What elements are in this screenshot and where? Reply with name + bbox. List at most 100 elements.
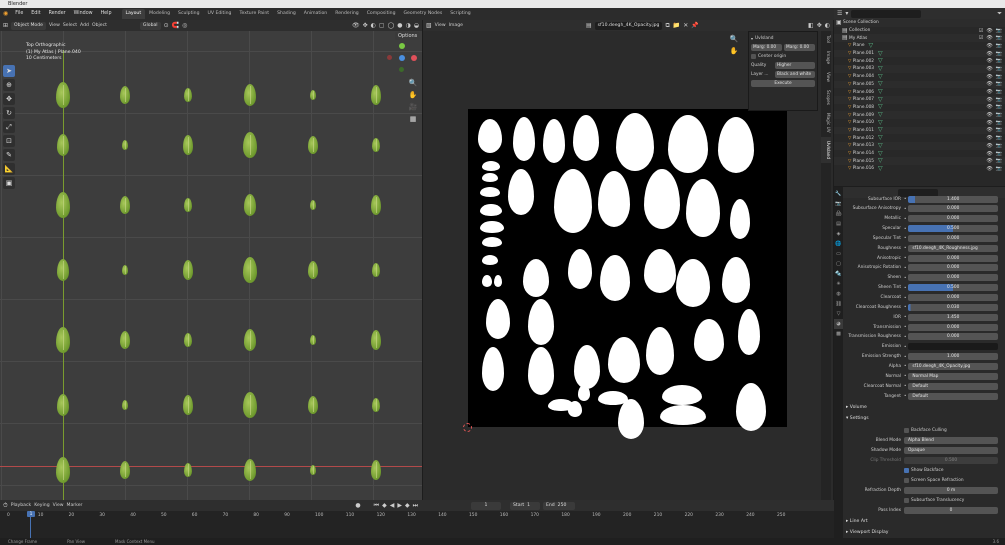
- leaf-plane[interactable]: [244, 329, 256, 351]
- eye-icon[interactable]: 👁: [986, 51, 992, 57]
- zoom-icon[interactable]: 🔍: [408, 77, 418, 89]
- pan-hand-icon[interactable]: ✋: [408, 89, 418, 101]
- property-value-field[interactable]: 1.000: [908, 353, 998, 361]
- navigation-gizmo[interactable]: [387, 43, 417, 73]
- camera-icon[interactable]: 📷: [996, 28, 1002, 34]
- eye-icon[interactable]: 👁: [986, 151, 992, 157]
- tab-animation[interactable]: Animation: [300, 9, 331, 19]
- leaf-plane[interactable]: [243, 132, 257, 158]
- gizmo-neg-x-icon[interactable]: [387, 55, 392, 60]
- leaf-plane[interactable]: [120, 86, 130, 104]
- measure-tool-icon[interactable]: 📐: [3, 163, 15, 175]
- collection-tab-icon[interactable]: ▭: [834, 249, 843, 259]
- opacity-image-canvas[interactable]: [468, 109, 787, 439]
- open-image-icon[interactable]: 📁: [673, 22, 680, 29]
- leaf-plane[interactable]: [120, 331, 130, 349]
- transform-tool-icon[interactable]: ⊡: [3, 135, 15, 147]
- play-icon[interactable]: ▶: [397, 502, 402, 509]
- property-value-field[interactable]: 0.500: [908, 225, 998, 233]
- camera-icon[interactable]: 📷: [996, 158, 1002, 164]
- outliner-row-object[interactable]: ▽ Plane.012 ▽ 👁 📷: [834, 134, 1005, 142]
- outliner-row-object[interactable]: ▽ Plane.013 ▽ 👁 📷: [834, 142, 1005, 150]
- timeline-menu-playback[interactable]: Playback: [11, 503, 32, 508]
- render-tab-icon[interactable]: 📷: [834, 199, 843, 209]
- leaf-plane[interactable]: [184, 463, 192, 477]
- socket-icon[interactable]: •: [904, 285, 906, 291]
- property-value-field[interactable]: sf10.deegh_4K_Roughness.jpg: [908, 244, 998, 252]
- socket-icon[interactable]: •: [904, 383, 906, 389]
- timeline-menu-marker[interactable]: Marker: [67, 503, 83, 508]
- physics-tab-icon[interactable]: ◍: [834, 289, 843, 299]
- outliner-row-collection[interactable]: ▤ Collection ☑ 👁 📷: [834, 27, 1005, 35]
- socket-icon[interactable]: •: [904, 265, 906, 271]
- leaf-plane[interactable]: [371, 85, 381, 105]
- camera-icon[interactable]: 📷: [996, 166, 1002, 172]
- leaf-plane[interactable]: [310, 465, 316, 475]
- snap-icon[interactable]: 🧲: [172, 22, 179, 29]
- camera-icon[interactable]: 📷: [996, 81, 1002, 87]
- leaf-plane[interactable]: [372, 263, 380, 277]
- volume-panel-header[interactable]: ▸ Volume: [846, 403, 998, 412]
- xray-icon[interactable]: ▢: [379, 22, 385, 29]
- leaf-plane[interactable]: [308, 261, 318, 279]
- leaf-plane[interactable]: [310, 335, 316, 345]
- property-value-field[interactable]: 0.000: [908, 215, 998, 223]
- tab-uv-editing[interactable]: UV Editing: [204, 9, 236, 19]
- timeline-type-icon[interactable]: ⏱: [3, 502, 8, 509]
- property-value-field[interactable]: 0.000: [908, 205, 998, 213]
- leaf-plane[interactable]: [372, 138, 380, 152]
- eye-icon[interactable]: 👁: [986, 97, 992, 103]
- gizmo-x-icon[interactable]: [411, 55, 417, 61]
- viewport-menu-object[interactable]: Object: [92, 23, 107, 28]
- property-value-field[interactable]: 0.000: [908, 274, 998, 282]
- pin-icon[interactable]: 📌: [691, 22, 698, 29]
- outliner-display-mode-icon[interactable]: ▾: [845, 10, 848, 17]
- leaf-plane[interactable]: [184, 198, 192, 212]
- camera-icon[interactable]: 📷: [996, 51, 1002, 57]
- camera-icon[interactable]: 📷: [996, 143, 1002, 149]
- editor-type-icon[interactable]: ⊞: [3, 22, 8, 29]
- socket-icon[interactable]: •: [904, 226, 906, 232]
- leaf-plane[interactable]: [184, 333, 192, 347]
- property-value-field[interactable]: 0.000: [908, 254, 998, 262]
- leaf-plane[interactable]: [371, 195, 381, 215]
- pivot-icon[interactable]: ⊙: [164, 22, 169, 29]
- end-frame-field[interactable]: End 250: [542, 501, 575, 510]
- camera-icon[interactable]: 📷: [996, 35, 1002, 41]
- property-value-field[interactable]: 0.000: [908, 323, 998, 331]
- outliner-search-input[interactable]: [851, 9, 922, 18]
- material-tab-icon[interactable]: ◕: [834, 319, 843, 329]
- leaf-plane[interactable]: [243, 257, 257, 283]
- property-value-field[interactable]: sf10.deegh_4K_Opacity.jpg: [908, 362, 998, 370]
- outliner-row-object[interactable]: ▽ Plane.008 ▽ 👁 📷: [834, 104, 1005, 112]
- leaf-plane[interactable]: [57, 259, 69, 281]
- socket-icon[interactable]: •: [904, 334, 906, 340]
- display-channels-icon[interactable]: ◧: [808, 22, 814, 29]
- leaf-plane[interactable]: [244, 194, 256, 216]
- pass-index-field[interactable]: 0: [904, 506, 998, 514]
- tool-tab-icon[interactable]: 🔧: [834, 189, 843, 199]
- leaf-plane[interactable]: [184, 88, 192, 102]
- camera-icon[interactable]: 📷: [996, 120, 1002, 126]
- socket-icon[interactable]: •: [904, 295, 906, 301]
- leaf-plane[interactable]: [244, 84, 256, 106]
- outliner-type-icon[interactable]: ☰: [837, 10, 842, 17]
- camera-icon[interactable]: 📷: [996, 97, 1002, 103]
- menu-edit[interactable]: Edit: [27, 8, 44, 20]
- leaf-plane[interactable]: [122, 265, 128, 275]
- leaf-plane[interactable]: [244, 459, 256, 481]
- outliner-row-my-atlas[interactable]: ▤ My Atlas ☑ 👁 📷: [834, 34, 1005, 43]
- ortho-grid-icon[interactable]: ▦: [408, 113, 418, 125]
- settings-panel-header[interactable]: ▾ Settings: [846, 414, 998, 423]
- image-browse-icon[interactable]: ▤: [586, 22, 592, 29]
- shadow-mode-dropdown[interactable]: Opaque: [904, 446, 998, 454]
- tab-layout[interactable]: Layout: [121, 9, 146, 19]
- gizmo-y-icon[interactable]: [399, 43, 405, 49]
- tab-scripting[interactable]: Scripting: [446, 9, 474, 19]
- leaf-plane[interactable]: [372, 398, 380, 412]
- socket-icon[interactable]: •: [904, 235, 906, 241]
- tab-shading[interactable]: Shading: [273, 9, 300, 19]
- outliner-row-object[interactable]: ▽ Plane.001 ▽ 👁 📷: [834, 49, 1005, 58]
- socket-icon[interactable]: •: [904, 245, 906, 251]
- tab-compositing[interactable]: Compositing: [363, 9, 400, 19]
